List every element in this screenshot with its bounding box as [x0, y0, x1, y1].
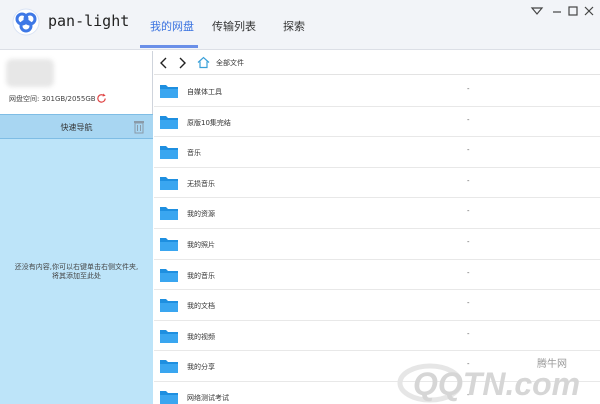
- folder-icon: [160, 390, 178, 404]
- folder-icon: [160, 115, 178, 129]
- file-row[interactable]: 我的音乐 -: [154, 260, 600, 291]
- menu-dropdown-icon[interactable]: [530, 4, 544, 18]
- storage-usage: 网盘空间: 301GB/2055GB: [9, 95, 96, 103]
- file-size: -: [467, 360, 470, 369]
- home-icon[interactable]: [197, 56, 210, 69]
- folder-icon: [160, 85, 178, 98]
- left-panel: 网盘空间: 301GB/2055GB 快速导航 还没有内容,你可以右键单击右侧文…: [0, 51, 153, 404]
- folder-icon: [160, 237, 178, 251]
- folder-icon: [160, 146, 178, 160]
- file-size: -: [467, 85, 470, 93]
- folder-icon: [160, 268, 178, 282]
- app-title: pan-light: [48, 12, 130, 30]
- quick-nav-empty-message: 还没有内容,你可以右键单击右侧文件夹, 将其添加至此处: [4, 263, 149, 281]
- breadcrumb[interactable]: 全部文件: [216, 58, 244, 68]
- file-row[interactable]: 无损音乐 -: [154, 168, 600, 199]
- refresh-icon[interactable]: [96, 93, 107, 104]
- file-name: 我的文档: [187, 302, 215, 311]
- folder-icon: [160, 207, 178, 221]
- folder-icon: [160, 299, 178, 313]
- file-size: -: [467, 329, 470, 338]
- folder-icon: [160, 360, 178, 374]
- file-row[interactable]: 自媒体工具 -: [154, 76, 600, 107]
- app-logo-icon: [12, 8, 40, 36]
- file-name: 我的照片: [187, 240, 215, 249]
- title-bar: pan-light 我的网盘 传输列表 探索: [0, 0, 600, 50]
- file-size: -: [467, 115, 470, 124]
- tab-explore[interactable]: 探索: [283, 18, 305, 48]
- file-name: 我的分享: [187, 363, 215, 372]
- file-name: 无损音乐: [187, 179, 215, 188]
- path-toolbar: 全部文件: [154, 51, 600, 75]
- forward-arrow-icon[interactable]: [176, 56, 188, 70]
- file-row[interactable]: 我的资源 -: [154, 198, 600, 229]
- file-row[interactable]: 我的分享 -: [154, 351, 600, 382]
- file-size: -: [467, 146, 470, 155]
- file-size: -: [467, 176, 470, 185]
- file-name: 网络测试考试: [187, 393, 229, 402]
- file-row[interactable]: 音乐 -: [154, 137, 600, 168]
- close-icon[interactable]: [582, 4, 596, 18]
- quick-nav-list: 还没有内容,你可以右键单击右侧文件夹, 将其添加至此处: [0, 139, 153, 404]
- minimize-icon[interactable]: [550, 4, 564, 18]
- avatar[interactable]: [6, 59, 54, 87]
- back-arrow-icon[interactable]: [158, 56, 170, 70]
- file-name: 我的音乐: [187, 271, 215, 280]
- file-size: -: [467, 207, 470, 216]
- active-tab-indicator: [140, 45, 198, 48]
- folder-icon: [160, 176, 178, 190]
- file-name: 音乐: [187, 149, 201, 158]
- file-row[interactable]: 原版10集完结 -: [154, 107, 600, 138]
- tab-my-disk[interactable]: 我的网盘: [150, 18, 194, 48]
- file-size: -: [467, 390, 470, 399]
- file-row[interactable]: 我的文档 -: [154, 290, 600, 321]
- maximize-icon[interactable]: [566, 4, 580, 18]
- file-name: 原版10集完结: [187, 118, 231, 127]
- file-size: -: [467, 268, 470, 277]
- empty-message-line-2: 将其添加至此处: [52, 272, 101, 280]
- tab-transfer-list[interactable]: 传输列表: [212, 18, 256, 48]
- quick-nav-title: 快速导航: [60, 123, 93, 132]
- folder-icon: [160, 329, 178, 343]
- file-name: 自媒体工具: [187, 88, 222, 96]
- file-size: -: [467, 299, 470, 308]
- quick-nav-header: 快速导航: [0, 114, 153, 139]
- empty-message-line-1: 还没有内容,你可以右键单击右侧文件夹,: [14, 263, 139, 271]
- file-row[interactable]: 我的照片 -: [154, 229, 600, 260]
- file-name: 我的视频: [187, 332, 215, 341]
- file-size: -: [467, 237, 470, 246]
- file-list: 自媒体工具 - 原版10集完结 - 音乐 - 无损音乐 - 我的资源 - 我的照片 - 我的音乐 - 我的文…: [154, 76, 600, 404]
- trash-icon[interactable]: [133, 120, 145, 134]
- file-name: 我的资源: [187, 210, 215, 219]
- file-row[interactable]: 网络测试考试 -: [154, 382, 600, 404]
- file-row[interactable]: 我的视频 -: [154, 321, 600, 352]
